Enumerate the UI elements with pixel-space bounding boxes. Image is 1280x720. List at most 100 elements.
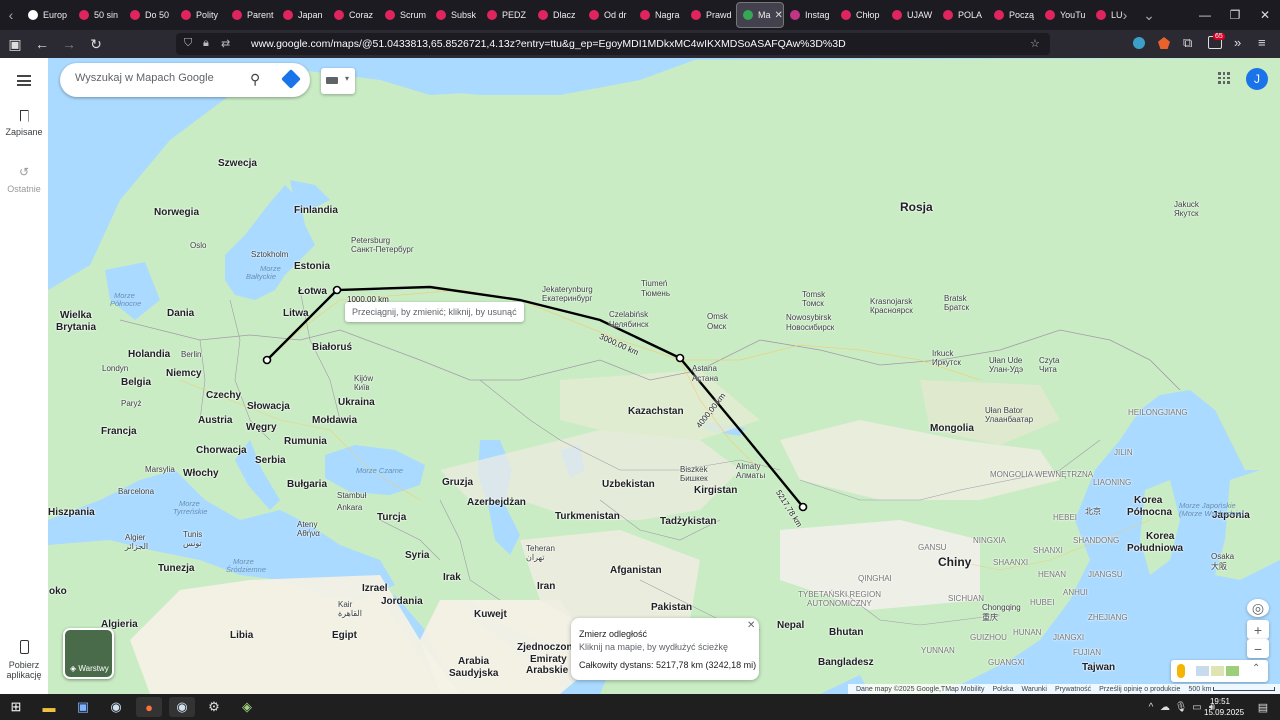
ruler-tool-button[interactable]: ▾ xyxy=(321,68,355,94)
tabs-scroll-left-icon[interactable]: ‹ xyxy=(0,0,22,30)
scale-label[interactable]: 500 km xyxy=(1188,686,1211,693)
overflow-menu-icon[interactable]: » xyxy=(1234,35,1241,50)
search-icon[interactable]: ⚲ xyxy=(250,71,260,88)
map-label-region: MONGOLIA WEWNĘTRZNA xyxy=(990,470,1094,479)
map-thumb-icon[interactable] xyxy=(1196,666,1209,676)
map-label-country: Brytania xyxy=(56,322,97,333)
forward-icon[interactable]: → xyxy=(57,32,81,56)
map-label-country: Bhutan xyxy=(829,627,864,638)
app-menu-icon[interactable]: ≡ xyxy=(1258,35,1266,50)
download-app-button[interactable]: Pobierz aplikację xyxy=(0,640,48,680)
browser-tab[interactable]: Instag xyxy=(784,2,835,28)
map-canvas[interactable]: 1000,00 km km 3000,00 km 4000,00 km 5217… xyxy=(48,58,1280,694)
browser-tab[interactable]: Prawd xyxy=(685,2,736,28)
bookmark-star-icon[interactable]: ☆ xyxy=(1030,37,1040,50)
tabs-scroll-right-icon[interactable]: › xyxy=(1114,0,1136,30)
tab-label: Instag xyxy=(805,10,830,20)
map-label-city: Paryż xyxy=(121,399,142,408)
browser-tab[interactable]: Począ xyxy=(988,2,1039,28)
browser-tab[interactable]: Dlacz xyxy=(532,2,583,28)
saved-button[interactable]: Zapisane xyxy=(0,110,48,137)
close-icon[interactable]: ✕ xyxy=(747,620,755,631)
map-label-city: Sztokholm xyxy=(251,250,289,259)
apps-grid-icon[interactable] xyxy=(1218,72,1230,84)
restore-icon[interactable]: ❐ xyxy=(1220,0,1250,30)
browser-tab[interactable]: 50 sin xyxy=(73,2,124,28)
browser-tab[interactable]: Europ xyxy=(22,2,73,28)
pegman-icon[interactable] xyxy=(1177,664,1185,678)
sidebar-toggle-icon[interactable]: ▣ xyxy=(3,32,27,56)
vpn-icon[interactable] xyxy=(1133,37,1145,49)
permissions-icon[interactable]: ⇄ xyxy=(221,37,230,50)
map-thumb-icon[interactable] xyxy=(1226,666,1239,676)
recent-button[interactable]: ↺ Ostatnie xyxy=(0,165,48,194)
map-label-region: GANSU xyxy=(918,543,947,552)
reload-icon[interactable]: ↻ xyxy=(84,32,108,56)
map-label-city: Томск xyxy=(802,299,824,308)
map-label-country: Tunezja xyxy=(158,563,195,574)
zoom-out-button[interactable]: − xyxy=(1247,639,1269,658)
browser-tab[interactable]: POLA xyxy=(937,2,988,28)
extensions-puzzle-icon[interactable]: ⧉ xyxy=(1183,35,1192,51)
browser-tab[interactable]: Nagra xyxy=(634,2,685,28)
browser-tab[interactable]: YouTu xyxy=(1039,2,1090,28)
browser-tab[interactable]: Scrum xyxy=(379,2,430,28)
lock-icon[interactable]: 🔒︎ xyxy=(203,37,209,50)
tab-label: Coraz xyxy=(349,10,374,20)
settings-gear-icon[interactable]: ⚙ xyxy=(201,697,227,717)
monitor-app-icon[interactable]: ▣ xyxy=(70,697,96,717)
zoom-in-button[interactable]: + xyxy=(1247,620,1269,639)
browser-tab[interactable]: Chłop xyxy=(835,2,886,28)
map-thumb-icon[interactable] xyxy=(1211,666,1224,676)
map-label-city: Чита xyxy=(1039,365,1057,374)
shield-icon[interactable]: ⛉ xyxy=(184,37,192,50)
tab-favicon-icon xyxy=(743,10,753,20)
chevron-up-icon[interactable]: ⌃ xyxy=(1252,663,1260,674)
terms-link[interactable]: Warunki xyxy=(1022,686,1047,693)
feedback-link[interactable]: Prześlij opinię o produkcie xyxy=(1099,686,1180,693)
url-text[interactable]: www.google.com/maps/@51.0433813,65.85267… xyxy=(251,38,846,50)
directions-icon[interactable] xyxy=(281,69,301,89)
privacy-link[interactable]: Prywatność xyxy=(1055,686,1091,693)
browser-tab[interactable]: Polity xyxy=(175,2,226,28)
browser-tab[interactable]: Ma ✕ xyxy=(736,2,784,28)
map-label-city: Astana xyxy=(692,364,717,373)
browser-tab[interactable]: Od dr xyxy=(583,2,634,28)
tab-bar: ‹ Europ 50 sin Do 50 Polity Parent Japan Coraz… xyxy=(0,0,1280,30)
browser-tab[interactable]: Coraz xyxy=(328,2,379,28)
map-label-city: Biszkek xyxy=(680,465,708,474)
search-input[interactable] xyxy=(75,72,240,84)
country-link[interactable]: Polska xyxy=(993,686,1014,693)
my-location-button[interactable]: ◎ xyxy=(1247,599,1269,617)
file-explorer-icon[interactable]: ▬ xyxy=(36,697,62,717)
windows-start-icon[interactable]: ⊞ xyxy=(3,697,29,717)
steam-active-icon[interactable]: ◉ xyxy=(169,697,195,717)
maps-sidebar: Zapisane ↺ Ostatnie Pobierz aplikację xyxy=(0,58,48,694)
map-label-region: FUJIAN xyxy=(1073,648,1101,657)
browser-tab[interactable]: Do 50 xyxy=(124,2,175,28)
avatar[interactable]: J xyxy=(1246,68,1268,90)
firefox-icon[interactable]: ● xyxy=(136,697,162,717)
layers-button[interactable]: ◈ Warstwy xyxy=(63,628,114,679)
steam-icon[interactable]: ◉ xyxy=(103,697,129,717)
browser-tab[interactable]: Japan xyxy=(277,2,328,28)
map-label-city: Czelabińsk xyxy=(609,310,649,319)
minimize-icon[interactable]: — xyxy=(1190,0,1220,30)
notifications-icon[interactable]: ▤ xyxy=(1250,697,1276,717)
close-tab-icon[interactable]: ✕ xyxy=(775,10,783,21)
browser-tab[interactable]: Subsk xyxy=(430,2,481,28)
menu-icon[interactable] xyxy=(17,75,31,86)
map-label-country: Mongolia xyxy=(930,423,974,434)
clock[interactable]: 19:51 15.09.2025 xyxy=(1204,696,1244,718)
url-bar[interactable]: ⛉ 🔒︎ ⇄ www.google.com/maps/@51.0433813,6… xyxy=(176,33,1050,55)
app-icon[interactable]: ◈ xyxy=(234,697,260,717)
close-window-icon[interactable]: ✕ xyxy=(1250,0,1280,30)
browser-tab[interactable]: Parent xyxy=(226,2,277,28)
tab-label: Japan xyxy=(298,10,323,20)
browser-tab[interactable]: PEDZ xyxy=(481,2,532,28)
map-label-city: Иркутск xyxy=(932,358,961,367)
chevron-down-icon[interactable]: ▾ xyxy=(345,74,349,83)
back-icon[interactable]: ← xyxy=(30,32,54,56)
tab-list-icon[interactable]: ⌄ xyxy=(1138,0,1160,30)
browser-tab[interactable]: UJAW xyxy=(886,2,937,28)
